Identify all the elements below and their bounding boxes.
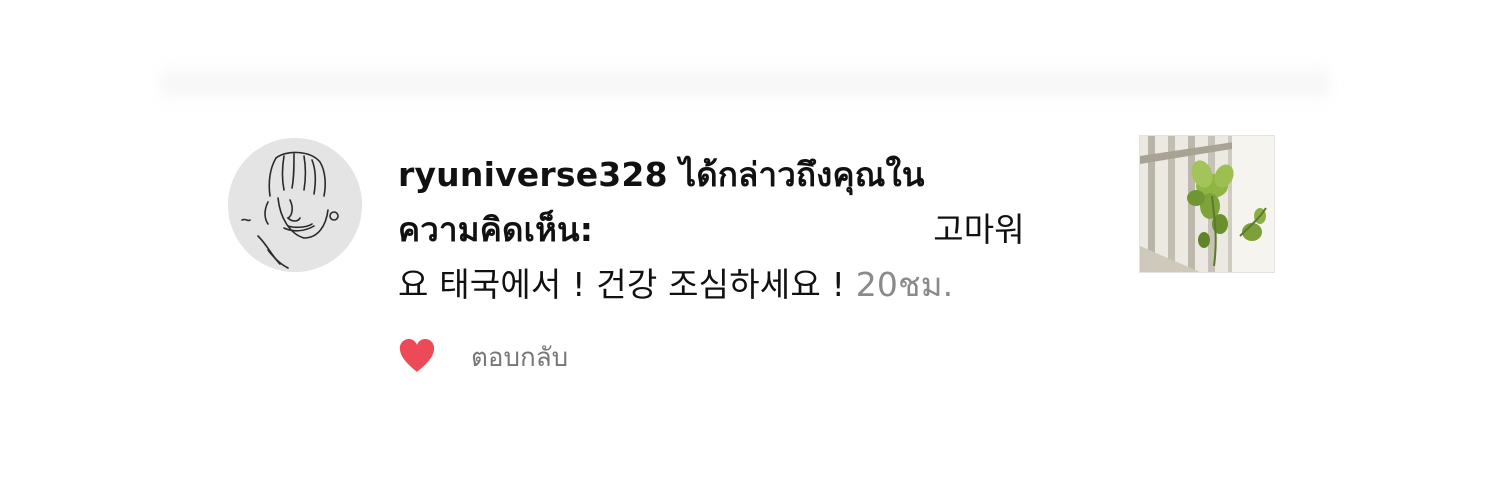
timestamp: 20ชม. [855,265,954,304]
reply-button[interactable]: ตอบกลับ [471,336,568,380]
notification-line-2: ความคิดเห็น: 고마워 [398,202,1078,257]
notification-line-1: ryuniverse328 ได้กล่าวถึงคุณใน [398,147,1078,202]
post-thumbnail[interactable] [1139,135,1275,273]
mention-text-cont: ความคิดเห็น: [398,210,594,249]
notification-line-3: 요 태국에서 ! 건강 조심하세요 ! 20ชม. [398,257,1078,312]
notification-text[interactable]: ryuniverse328 ได้กล่าวถึงคุณใน ความคิดเห… [398,147,1078,312]
plant-photo-icon [1140,136,1274,272]
mention-text: ได้กล่าวถึงคุณใน [667,155,925,194]
username[interactable]: ryuniverse328 [398,155,668,194]
like-button[interactable] [398,338,436,374]
avatar-sketch-icon [228,138,362,272]
comment-text: 고마워 [933,210,1025,249]
comment-text-cont: 요 태국에서 ! 건강 조심하세요 ! [398,265,856,304]
heart-icon [399,339,435,372]
user-avatar[interactable] [228,138,362,272]
mention-notification: ryuniverse328 ได้กล่าวถึงคุณใน ความคิดเห… [0,0,1500,499]
